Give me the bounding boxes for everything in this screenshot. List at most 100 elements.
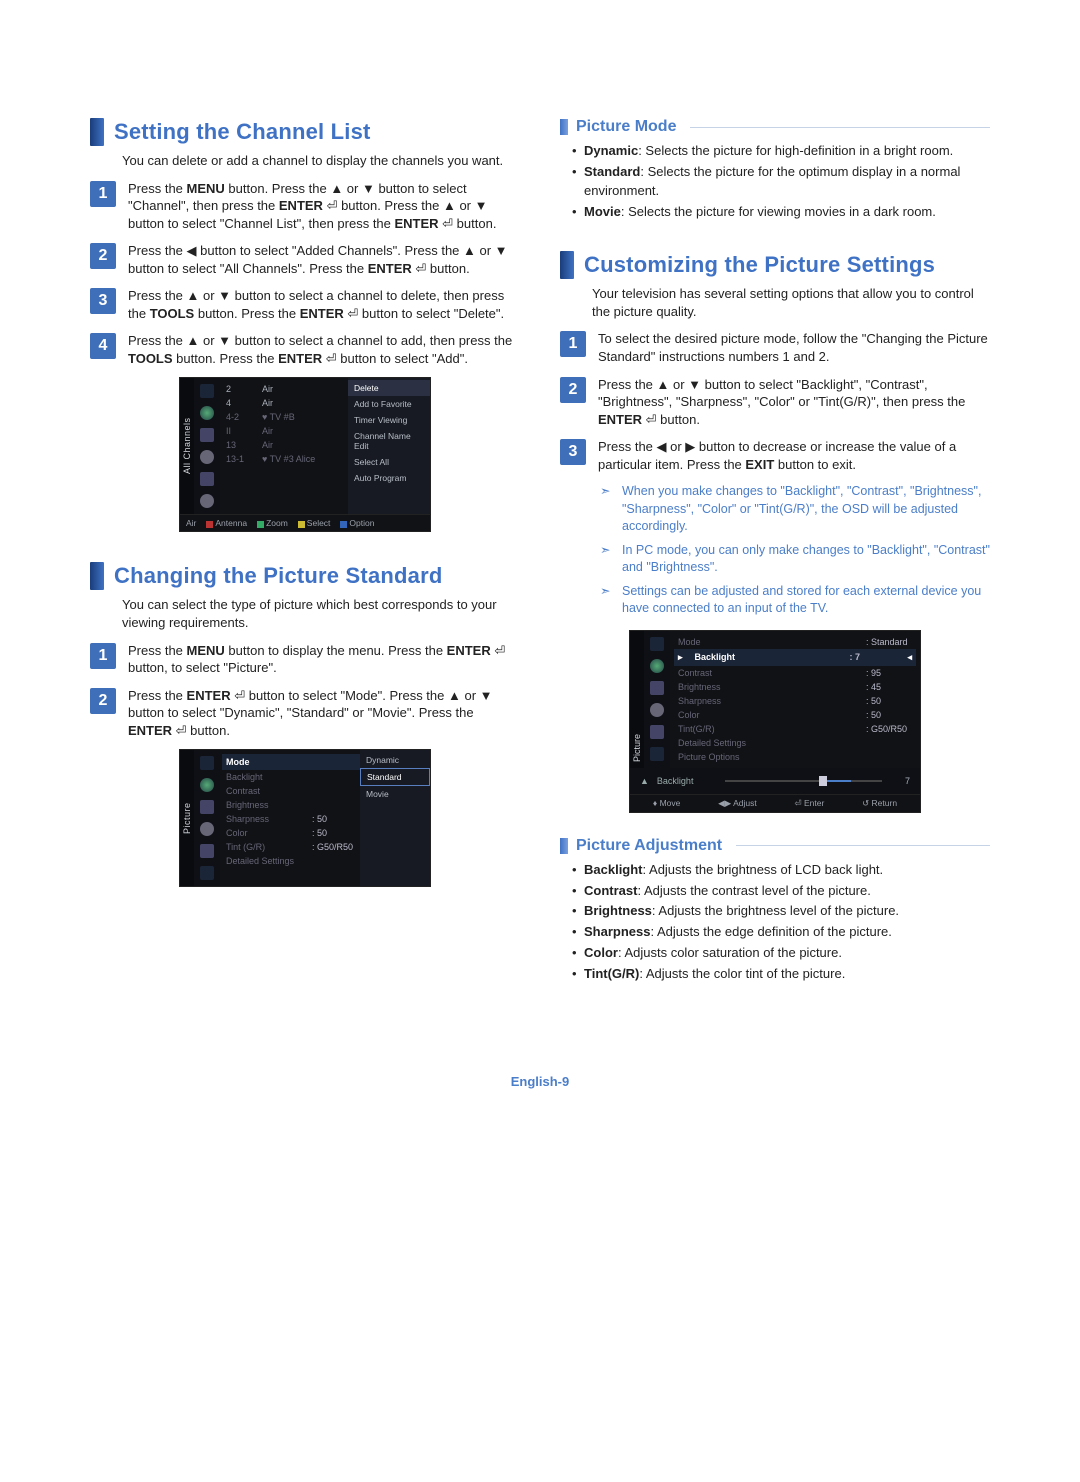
bullet-item: Color: Adjusts color saturation of the p… [572,944,990,963]
accent-bar [560,251,574,279]
step-text: Press the MENU button to display the men… [128,642,520,677]
osd-menu-item: Delete [348,380,430,396]
osd-popup-item: Standard [360,768,430,786]
section-picture-standard: Changing the Picture Standard [90,562,520,590]
step-text: Press the ▲ or ▼ button to select a chan… [128,332,520,367]
osd-slider: ▲ Backlight 7 [630,768,920,794]
step-text: To select the desired picture mode, foll… [598,330,990,365]
step-3: 3 Press the ▲ or ▼ button to select a ch… [90,287,520,322]
section-intro: You can select the type of picture which… [122,596,520,631]
osd-list: 2Air4Air4-2♥ TV #BIIAir13Air13-1♥ TV #3 … [220,378,348,514]
osd-popup-item: Dynamic [360,752,430,768]
osd-footer: AirAntennaZoomSelectOption [180,514,430,531]
input-icon [650,725,664,739]
globe-icon [200,406,214,420]
step-number: 2 [560,377,586,403]
osd-row: ▸Backlight: 7◂ [674,649,916,666]
bullet-item: Brightness: Adjusts the brightness level… [572,902,990,921]
osd-menu-item: Channel Name Edit [348,428,430,454]
left-column: Setting the Channel List You can delete … [90,110,520,994]
section-intro: You can delete or add a channel to displ… [122,152,520,170]
gear-icon [650,703,664,717]
osd-icon-strip [644,631,670,768]
sub-title: Picture Adjustment [576,837,722,855]
notes-customizing: When you make changes to "Backlight", "C… [600,483,990,618]
section-title: Customizing the Picture Settings [584,252,935,278]
section-channel-list: Setting the Channel List [90,118,520,146]
bullet-item: Movie: Selects the picture for viewing m… [572,203,990,222]
note-item: When you make changes to "Backlight", "C… [600,483,990,536]
step-3: 3 Press the ◀ or ▶ button to decrease or… [560,438,990,473]
osd-foot-item: ⏎ Enter [794,798,824,809]
step-number: 3 [560,439,586,465]
tv-icon [200,384,214,398]
osd-menu-item: Timer Viewing [348,412,430,428]
step-2: 2 Press the ◀ button to select "Added Ch… [90,242,520,277]
osd-side-label: Picture [180,750,194,886]
input-icon [200,844,214,858]
step-number: 4 [90,333,116,359]
steps-customizing: 1 To select the desired picture mode, fo… [560,330,990,473]
accent-bar [90,118,104,146]
bullets-picture-mode: Dynamic: Selects the picture for high-de… [572,142,990,221]
osd-row: Picture Options [678,750,912,764]
step-text: Press the ◀ or ▶ button to decrease or i… [598,438,990,473]
steps-channel-list: 1 Press the MENU button. Press the ▲ or … [90,180,520,368]
gear-icon [200,822,214,836]
slider-thumb [819,776,827,786]
globe-icon [650,659,664,673]
note-item: Settings can be adjusted and stored for … [600,583,990,618]
bullet-item: Backlight: Adjusts the brightness of LCD… [572,861,990,880]
subsection-picture-mode: Picture Mode [560,118,990,136]
osd-row: 13Air [226,438,342,452]
bullets-picture-adjustment: Backlight: Adjusts the brightness of LCD… [572,861,990,984]
step-text: Press the ▲ or ▼ button to select "Backl… [598,376,990,429]
osd-side-label: Picture [630,631,644,768]
osd-row: Color: 50 [678,708,912,722]
step-text: Press the ▲ or ▼ button to select a chan… [128,287,520,322]
osd-dropdown: DynamicStandardMovie [360,750,430,886]
osd-icon-strip [194,750,220,886]
osd-row: Brightness [226,798,358,812]
step-1: 1 Press the MENU button to display the m… [90,642,520,677]
up-arrow-icon: ▲ [640,776,649,786]
tv-icon [650,637,664,651]
osd-foot-item: Air [186,518,196,528]
step-2: 2 Press the ENTER ⏎ button to select "Mo… [90,687,520,740]
sub-line [736,845,990,846]
steps-picture-standard: 1 Press the MENU button to display the m… [90,642,520,740]
osd-picture-settings: Picture Mode: Standard▸Backlight: 7◂Cont… [629,630,921,813]
osd-foot-item: ↺ Return [862,798,897,809]
osd-icon-strip [194,378,220,514]
step-text: Press the ◀ button to select "Added Chan… [128,242,520,277]
osd-row: Sharpness: 50 [226,812,358,826]
osd-row: Mode: Standard [678,635,912,649]
osd-picture-mode: Picture ModeBacklightContrastBrightnessS… [179,749,431,887]
sound-icon [200,428,214,442]
osd-menu-item: Select All [348,454,430,470]
osd-list: Mode: Standard▸Backlight: 7◂Contrast: 95… [670,631,920,768]
step-number: 1 [90,643,116,669]
osd-channel-list: All Channels 2Air4Air4-2♥ TV #BIIAir13Ai… [179,377,431,532]
osd-row: Detailed Settings [226,854,358,868]
osd-row: Tint(G/R): G50/R50 [678,722,912,736]
osd-row: IIAir [226,424,342,438]
osd-context-menu: DeleteAdd to FavoriteTimer ViewingChanne… [348,378,430,514]
app-icon [200,494,214,508]
bullet-item: Standard: Selects the picture for the op… [572,163,990,201]
bullet-item: Contrast: Adjusts the contrast level of … [572,882,990,901]
osd-row: 2Air [226,382,342,396]
globe-icon [200,778,214,792]
right-column: Picture Mode Dynamic: Selects the pictur… [560,110,990,994]
step-number: 1 [90,181,116,207]
bullet-item: Dynamic: Selects the picture for high-de… [572,142,990,161]
slider-track [725,780,882,782]
osd-row: Backlight [226,770,358,784]
step-2: 2 Press the ▲ or ▼ button to select "Bac… [560,376,990,429]
tv-icon [200,756,214,770]
section-customizing: Customizing the Picture Settings [560,251,990,279]
section-title: Changing the Picture Standard [114,563,443,589]
osd-row: 4Air [226,396,342,410]
step-number: 2 [90,243,116,269]
step-1: 1 To select the desired picture mode, fo… [560,330,990,365]
